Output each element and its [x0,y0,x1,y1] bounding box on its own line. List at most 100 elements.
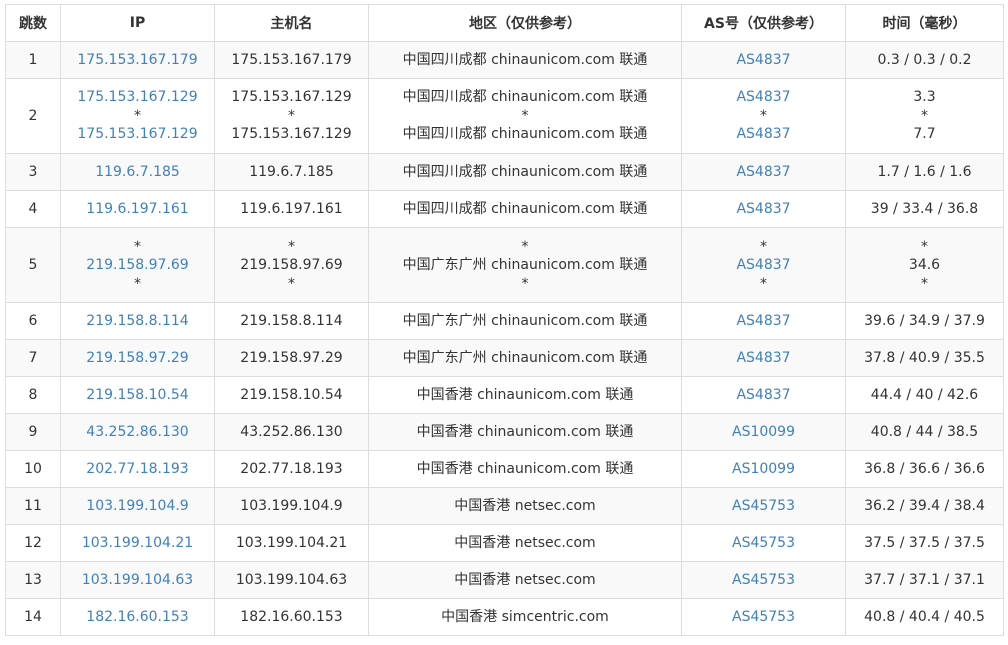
time-cell: 1.7 / 1.6 / 1.6 [845,153,1004,191]
as-number-link[interactable]: AS4837 [682,386,845,405]
header-hop: 跳数 [5,4,61,42]
region-value: 中国四川成都 chinaunicom.com 联通 [402,89,648,105]
hop-cell: 1 [5,41,61,79]
ip-link[interactable]: 175.153.167.129 [61,88,214,107]
as-number-link[interactable]: AS4837 [682,125,845,144]
as-number-cell: AS4837 [681,153,846,191]
ip-link[interactable]: 103.199.104.9 [61,497,214,516]
region-value: 中国香港 simcentric.com [441,608,609,625]
ip-link[interactable]: 119.6.7.185 [61,163,214,182]
time-cell: 36.2 / 39.4 / 38.4 [845,487,1004,525]
table-row: 3 119.6.7.185 119.6.7.185 中国四川成都 chinaunico… [5,153,1004,191]
hostname-cell: 103.199.104.21 [214,524,369,562]
hostname-cell: 219.158.10.54 [214,376,369,414]
as-number-cell: AS10099 [681,413,846,451]
region-cell: * 中国广东广州 chinaunicom.com 联通 * [368,227,682,303]
ip-link[interactable]: 219.158.8.114 [61,312,214,331]
time-value: 7.7 [913,126,936,142]
ip-link[interactable]: 175.153.167.129 [61,125,214,144]
region-cell: 中国广东广州 chinaunicom.com 联通 [368,339,682,377]
ip-link[interactable]: 219.158.97.69 [61,256,214,275]
time-value: 39 / 33.4 / 36.8 [870,200,979,217]
ip-link[interactable]: 219.158.97.29 [61,349,214,368]
as-number-link[interactable]: AS10099 [682,423,845,442]
as-number-cell: AS45753 [681,487,846,525]
time-cell: 37.8 / 40.9 / 35.5 [845,339,1004,377]
host-value: 119.6.197.161 [240,200,343,217]
as-number-link[interactable]: AS45753 [682,497,845,516]
host-value: 219.158.10.54 [240,386,343,403]
region-cell: 中国香港 netsec.com [368,524,682,562]
as-number-link[interactable]: AS45753 [682,534,845,553]
ip-link[interactable]: 43.252.86.130 [61,423,214,442]
header-ip: IP [60,4,215,42]
table-row: 1 175.153.167.179 175.153.167.179 中国四川成都 ch… [5,41,1004,79]
region-cell: 中国四川成都 chinaunicom.com 联通 [368,41,682,79]
header-region: 地区（仅供参考） [368,4,682,42]
traceroute-results: 跳数 IP 主机名 地区（仅供参考） AS号（仅供参考） 时间（毫秒） 1 175… [5,4,1004,636]
region-cell: 中国香港 netsec.com [368,487,682,525]
as-number-link[interactable]: AS4837 [682,163,845,182]
ip-link[interactable]: 219.158.10.54 [61,386,214,405]
hostname-cell: 119.6.197.161 [214,190,369,228]
header-hostname: 主机名 [214,4,369,42]
as-number-link[interactable]: AS10099 [682,460,845,479]
as-number-link[interactable]: AS45753 [682,571,845,590]
table-header-row: 跳数 IP 主机名 地区（仅供参考） AS号（仅供参考） 时间（毫秒） [5,4,1004,42]
ip-link[interactable]: 202.77.18.193 [61,460,214,479]
region-value: 中国广东广州 chinaunicom.com 联通 [402,312,648,329]
as-number-cell: AS45753 [681,561,846,599]
ip-cell: 119.6.197.161 [60,190,215,228]
ip-link[interactable]: 103.199.104.21 [61,534,214,553]
hop-cell: 8 [5,376,61,414]
table-row: 6 219.158.8.114 219.158.8.114 中国广东广州 chinau… [5,302,1004,340]
host-value: 202.77.18.193 [240,460,343,477]
ip-link[interactable]: 103.199.104.63 [61,571,214,590]
hostname-cell: 119.6.7.185 [214,153,369,191]
as-number-link[interactable]: AS4837 [682,200,845,219]
ip-link[interactable]: 182.16.60.153 [61,608,214,627]
time-value: 36.2 / 39.4 / 38.4 [864,497,985,514]
hostname-cell: 182.16.60.153 [214,598,369,636]
time-value: 37.7 / 37.1 / 37.1 [864,571,985,588]
as-number-link[interactable]: AS4837 [682,256,845,275]
time-value: 39.6 / 34.9 / 37.9 [864,312,985,329]
region-value: 中国四川成都 chinaunicom.com 联通 [402,163,648,180]
ip-link[interactable]: 175.153.167.179 [61,51,214,70]
host-value: 175.153.167.129 [231,89,352,105]
region-cell: 中国香港 netsec.com [368,561,682,599]
time-value: 37.8 / 40.9 / 35.5 [864,349,985,366]
time-cell: 40.8 / 40.4 / 40.5 [845,598,1004,636]
ip-cell: 43.252.86.130 [60,413,215,451]
time-value: 37.5 / 37.5 / 37.5 [864,534,985,551]
hop-cell: 6 [5,302,61,340]
host-value: 119.6.7.185 [249,163,334,180]
time-value: 0.3 / 0.3 / 0.2 [877,51,972,68]
ip-cell: 219.158.10.54 [60,376,215,414]
as-number-cell: AS10099 [681,450,846,488]
time-value: 40.8 / 44 / 38.5 [870,423,979,440]
region-cell: 中国四川成都 chinaunicom.com 联通 [368,190,682,228]
time-cell: 39 / 33.4 / 36.8 [845,190,1004,228]
as-number-link[interactable]: AS4837 [682,51,845,70]
as-number-link[interactable]: AS4837 [682,349,845,368]
time-value: 1.7 / 1.6 / 1.6 [877,163,972,180]
as-number-cell: AS4837 [681,190,846,228]
host-value: 103.199.104.9 [240,497,343,514]
time-cell: 37.7 / 37.1 / 37.1 [845,561,1004,599]
ip-cell: * 219.158.97.69 * [60,227,215,303]
time-value: 40.8 / 40.4 / 40.5 [864,608,985,625]
region-cell: 中国香港 simcentric.com [368,598,682,636]
as-number-link[interactable]: AS45753 [682,608,845,627]
region-value: 中国广东广州 chinaunicom.com 联通 [402,349,648,366]
table-row: 14 182.16.60.153 182.16.60.153 中国香港 simcent… [5,598,1004,636]
host-value: 175.153.167.129 [231,126,352,142]
as-number-cell: AS4837 [681,302,846,340]
as-number-link[interactable]: AS4837 [682,312,845,331]
as-number-link[interactable]: AS4837 [682,88,845,107]
table-row: 12 103.199.104.21 103.199.104.21 中国香港 netse… [5,524,1004,562]
time-cell: 40.8 / 44 / 38.5 [845,413,1004,451]
ip-link[interactable]: 119.6.197.161 [61,200,214,219]
region-cell: 中国香港 chinaunicom.com 联通 [368,376,682,414]
host-value: 219.158.97.69 [240,256,343,273]
